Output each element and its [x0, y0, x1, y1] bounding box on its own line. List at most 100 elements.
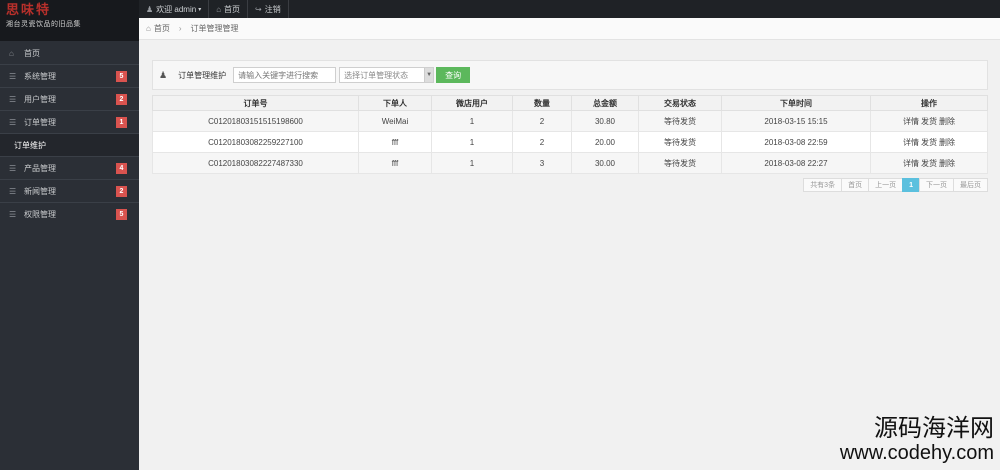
main-panel: ♟ 订单管理维护 选择订单管理状态 ▼ 查询 订单号 下单人 微店用户 数量 总… [152, 60, 988, 192]
count-badge: 5 [116, 71, 127, 82]
order-time: 2018-03-08 22:59 [721, 131, 871, 153]
details-link[interactable]: 详情 [903, 159, 919, 168]
sidebar-item-system[interactable]: ☰ 系统管理 5 [0, 65, 139, 88]
pagination-total: 共有3条 [803, 178, 843, 192]
ship-link[interactable]: 发货 [921, 138, 937, 147]
details-link[interactable]: 详情 [903, 117, 919, 126]
welcome-label: 欢迎 admin [156, 4, 197, 14]
delete-link[interactable]: 删除 [939, 159, 955, 168]
pagination-next[interactable]: 下一页 [919, 178, 954, 192]
column-header: 微店用户 [431, 95, 513, 111]
quantity: 2 [512, 131, 572, 153]
trade-status: 等待发货 [638, 131, 722, 153]
sidebar-subitem-order-maintenance[interactable]: 订单维护 [0, 134, 139, 157]
quantity: 2 [512, 110, 572, 132]
order-status-select[interactable]: 选择订单管理状态 ▼ [339, 67, 435, 83]
top-home-link[interactable]: ⌂ 首页 [209, 0, 249, 18]
ship-link[interactable]: 发货 [921, 117, 937, 126]
sidebar-item-news[interactable]: ☰ 新闻管理 2 [0, 180, 139, 203]
row-actions: 详情 发货 删除 [870, 110, 988, 132]
query-button[interactable]: 查询 [436, 67, 471, 83]
top-home-label: 首页 [224, 4, 241, 14]
sidebar-item-label: 首页 [24, 48, 40, 58]
table-row: C01201803151515198600 WeiMai 1 2 30.80 等… [152, 110, 988, 132]
search-input[interactable] [233, 67, 337, 83]
count-badge: 5 [116, 209, 127, 220]
row-actions: 详情 发货 删除 [870, 152, 988, 174]
chevron-down-icon: ▼ [424, 68, 434, 82]
breadcrumb-current: 订单管理管理 [190, 24, 239, 33]
trade-status: 等待发货 [638, 110, 722, 132]
total-amount: 30.00 [571, 152, 639, 174]
total-amount: 20.00 [571, 131, 639, 153]
logout-icon: ↪ [255, 4, 262, 14]
quantity: 3 [512, 152, 572, 174]
list-icon: ☰ [9, 94, 17, 104]
sidebar-item-orders[interactable]: ☰ 订单管理 1 [0, 111, 139, 134]
select-placeholder: 选择订单管理状态 [344, 70, 409, 80]
table-row: C01201803082259227100 fff 1 2 20.00 等待发货… [152, 131, 988, 153]
column-header: 下单人 [358, 95, 432, 111]
sidebar-item-label: 系统管理 [24, 71, 56, 81]
welcome-user-menu[interactable]: ♟ 欢迎 admin ▾ [139, 0, 210, 18]
home-icon: ⌂ [146, 24, 151, 33]
sidebar-item-label: 新闻管理 [24, 186, 56, 196]
toolbar-label: 订单管理维护 [178, 70, 227, 80]
order-number: C01201803082227487330 [152, 152, 359, 174]
column-header: 数量 [512, 95, 572, 111]
sidebar-item-users[interactable]: ☰ 用户管理 2 [0, 88, 139, 111]
row-actions: 详情 发货 删除 [870, 131, 988, 153]
count-badge: 4 [116, 163, 127, 174]
buyer: fff [358, 152, 432, 174]
pagination-prev[interactable]: 上一页 [868, 178, 904, 192]
list-icon: ☰ [9, 71, 17, 81]
top-navbar: ♟ 欢迎 admin ▾ ⌂ 首页 ↪ 注销 [139, 0, 1000, 18]
sidebar-item-label: 订单管理 [24, 117, 56, 127]
pagination-first[interactable]: 首页 [841, 178, 870, 192]
pagination: 共有3条 首页 上一页 1 下一页 最后页 [152, 178, 988, 192]
order-time: 2018-03-15 15:15 [721, 110, 871, 132]
pagination-last[interactable]: 最后页 [953, 178, 988, 192]
sidebar-item-products[interactable]: ☰ 产品管理 4 [0, 157, 139, 180]
sidebar-item-label: 用户管理 [24, 94, 56, 104]
user-icon: ♟ [159, 69, 168, 80]
count-badge: 2 [116, 94, 127, 105]
shop-user: 1 [431, 131, 513, 153]
caret-down-icon: ▾ [198, 6, 202, 13]
count-badge: 2 [116, 186, 127, 197]
column-header: 订单号 [152, 95, 359, 111]
order-number: C01201803151515198600 [152, 110, 359, 132]
list-icon: ☰ [9, 117, 17, 127]
delete-link[interactable]: 删除 [939, 138, 955, 147]
orders-table: 订单号 下单人 微店用户 数量 总金额 交易状态 下单时间 操作 C012018… [152, 95, 988, 174]
sidebar-item-permissions[interactable]: ☰ 权限管理 5 [0, 203, 139, 226]
pagination-page-current[interactable]: 1 [902, 178, 920, 192]
sidebar-item-label: 产品管理 [24, 163, 56, 173]
trade-status: 等待发货 [638, 152, 722, 174]
table-header-row: 订单号 下单人 微店用户 数量 总金额 交易状态 下单时间 操作 [152, 95, 988, 111]
logout-link[interactable]: ↪ 注销 [248, 0, 289, 18]
total-amount: 30.80 [571, 110, 639, 132]
column-header: 交易状态 [638, 95, 722, 111]
ship-link[interactable]: 发货 [921, 159, 937, 168]
logo-title: 思味特 [6, 3, 52, 18]
delete-link[interactable]: 删除 [939, 117, 955, 126]
details-link[interactable]: 详情 [903, 138, 919, 147]
table-row: C01201803082227487330 fff 1 3 30.00 等待发货… [152, 152, 988, 174]
home-icon: ⌂ [9, 48, 14, 58]
watermark: 源码海洋网 www.codehy.com [840, 414, 994, 464]
breadcrumb: ⌂ 首页 › 订单管理管理 [139, 18, 1000, 40]
shop-user: 1 [431, 110, 513, 132]
breadcrumb-home[interactable]: 首页 [154, 23, 170, 34]
list-icon: ☰ [9, 186, 17, 196]
breadcrumb-separator: › [178, 24, 182, 33]
sidebar-item-home[interactable]: ⌂ 首页 [0, 42, 139, 65]
watermark-url: www.codehy.com [839, 442, 994, 464]
buyer: fff [358, 131, 432, 153]
watermark-text: 源码海洋网 [874, 414, 994, 442]
list-icon: ☰ [9, 163, 17, 173]
logo-subtitle: 湘台灵瓷饮品的旧品集 [6, 21, 81, 28]
order-time: 2018-03-08 22:27 [721, 152, 871, 174]
column-header: 下单时间 [721, 95, 871, 111]
order-number: C01201803082259227100 [152, 131, 359, 153]
